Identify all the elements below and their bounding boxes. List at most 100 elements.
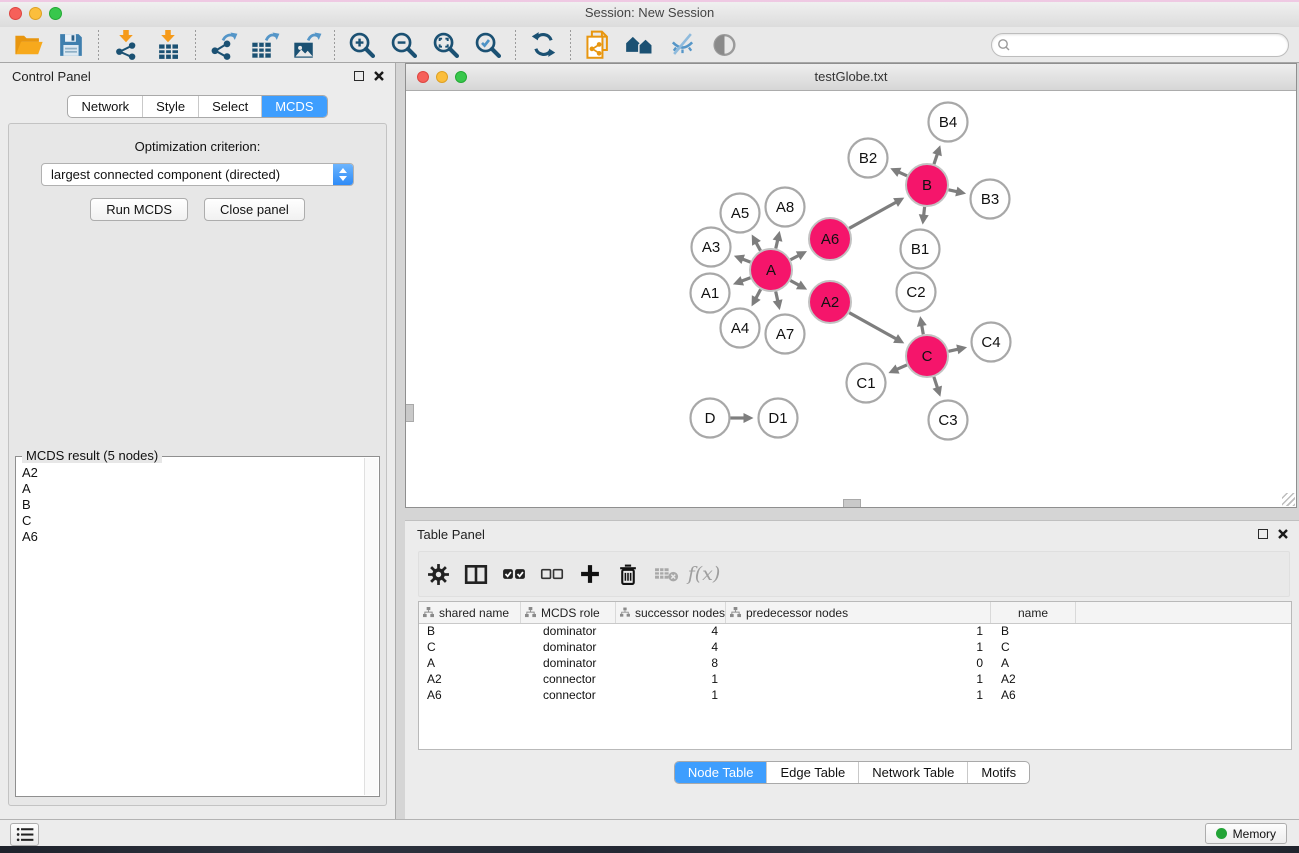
close-panel-button[interactable]: Close panel [204, 198, 305, 221]
column-label: successor nodes [635, 606, 725, 620]
result-item[interactable]: A2 [22, 465, 365, 481]
hide-selected-button[interactable] [661, 29, 703, 61]
cell-predecessor-nodes[interactable]: 0 [726, 656, 991, 672]
open-session-button[interactable] [8, 29, 50, 61]
network-graph[interactable]: B4B2BB3A5A8A6B1A3AC2A1A2A4A7C4CC1C3DD1 [406, 90, 1296, 507]
zoom-out-button[interactable] [383, 29, 425, 61]
cell-predecessor-nodes[interactable]: 1 [726, 672, 991, 688]
cell-MCDS-role[interactable]: dominator [521, 640, 616, 656]
cell-predecessor-nodes[interactable]: 1 [726, 640, 991, 656]
function-builder-button[interactable]: f(x) [685, 556, 723, 592]
cell-shared-name[interactable]: A [419, 656, 521, 672]
cell-successor-nodes[interactable]: 1 [616, 688, 726, 704]
tab-node-table[interactable]: Node Table [675, 762, 767, 783]
control-panel: Control Panel NetworkStyleSelectMCDS Opt… [0, 63, 396, 820]
cell-name[interactable]: A2 [991, 672, 1076, 688]
cell-name[interactable]: B [991, 624, 1076, 640]
table-row[interactable]: Bdominator41B [419, 624, 1291, 640]
split-pane-handle[interactable] [843, 499, 861, 507]
column-header-predecessor-nodes[interactable]: predecessor nodes [726, 602, 991, 623]
zoom-fit-button[interactable] [425, 29, 467, 61]
eye-slash-icon [669, 32, 696, 58]
table-row[interactable]: A6connector11A6 [419, 688, 1291, 704]
import-network-button[interactable] [105, 29, 147, 61]
node-table[interactable]: shared nameMCDS role successor nodesprede… [418, 601, 1292, 750]
export-image-button[interactable] [286, 29, 328, 61]
show-log-button[interactable] [10, 823, 39, 846]
cell-name[interactable]: A6 [991, 688, 1076, 704]
export-table-button[interactable] [244, 29, 286, 61]
zoom-selected-button[interactable] [467, 29, 509, 61]
clone-network-button[interactable] [577, 29, 619, 61]
tab-edge-table[interactable]: Edge Table [766, 762, 858, 783]
delete-column-button[interactable] [609, 556, 647, 592]
cell-MCDS-role[interactable]: dominator [521, 624, 616, 640]
cell-successor-nodes[interactable]: 4 [616, 624, 726, 640]
optimization-criterion-select[interactable]: largest connected component (directed) [41, 163, 354, 186]
table-row[interactable]: A2connector11A2 [419, 672, 1291, 688]
cell-name[interactable]: C [991, 640, 1076, 656]
cell-MCDS-role[interactable]: connector [521, 672, 616, 688]
cell-shared-name[interactable]: A2 [419, 672, 521, 688]
network-canvas[interactable]: B4B2BB3A5A8A6B1A3AC2A1A2A4A7C4CC1C3DD1 [406, 90, 1296, 507]
result-item[interactable]: C [22, 513, 365, 529]
table-row[interactable]: Adominator80A [419, 656, 1291, 672]
tab-network-table[interactable]: Network Table [858, 762, 967, 783]
result-item[interactable]: A6 [22, 529, 365, 545]
birdseye-toggle-handle[interactable] [406, 404, 414, 422]
cell-successor-nodes[interactable]: 4 [616, 640, 726, 656]
cell-predecessor-nodes[interactable]: 1 [726, 624, 991, 640]
export-network-button[interactable] [202, 29, 244, 61]
close-panel-icon[interactable] [373, 70, 385, 82]
save-session-button[interactable] [50, 29, 92, 61]
table-row[interactable]: Cdominator41C [419, 640, 1291, 656]
cell-shared-name[interactable]: C [419, 640, 521, 656]
select-all-button[interactable] [495, 556, 533, 592]
show-all-button[interactable] [703, 29, 745, 61]
column-header-successor-nodes[interactable]: successor nodes [616, 602, 726, 623]
add-column-button[interactable] [571, 556, 609, 592]
search-input[interactable] [1014, 37, 1288, 53]
result-item[interactable]: A [22, 481, 365, 497]
float-panel-icon[interactable] [354, 71, 364, 81]
edge-A2-C[interactable] [849, 313, 897, 340]
open-folder-icon [14, 32, 44, 58]
cell-name[interactable]: A [991, 656, 1076, 672]
mcds-result-list[interactable]: A2ABCA6 [16, 459, 365, 796]
column-label: name [1018, 606, 1048, 620]
apply-layout-button[interactable] [522, 29, 564, 61]
tab-motifs[interactable]: Motifs [967, 762, 1029, 783]
memory-button[interactable]: Memory [1205, 823, 1287, 844]
cell-shared-name[interactable]: B [419, 624, 521, 640]
cell-shared-name[interactable]: A6 [419, 688, 521, 704]
resize-grip-icon[interactable] [1282, 493, 1295, 506]
tab-select[interactable]: Select [198, 96, 261, 117]
tab-style[interactable]: Style [142, 96, 198, 117]
cell-MCDS-role[interactable]: connector [521, 688, 616, 704]
delete-table-button[interactable] [647, 556, 685, 592]
result-item[interactable]: B [22, 497, 365, 513]
run-mcds-button[interactable]: Run MCDS [90, 198, 188, 221]
deselect-all-button[interactable] [533, 556, 571, 592]
column-header-MCDS-role[interactable]: MCDS role [521, 602, 616, 623]
edge-A6-B[interactable] [849, 202, 897, 229]
cell-successor-nodes[interactable]: 1 [616, 672, 726, 688]
table-settings-button[interactable] [419, 556, 457, 592]
close-table-panel-icon[interactable] [1277, 528, 1289, 540]
result-scrollbar[interactable] [364, 458, 378, 795]
control-panel-title: Control Panel [12, 69, 91, 84]
show-columns-button[interactable] [457, 556, 495, 592]
import-table-button[interactable] [147, 29, 189, 61]
column-header-name[interactable]: name [991, 602, 1076, 623]
cell-predecessor-nodes[interactable]: 1 [726, 688, 991, 704]
tab-network[interactable]: Network [68, 96, 142, 117]
zoom-in-button[interactable] [341, 29, 383, 61]
column-header-shared-name[interactable]: shared name [419, 602, 521, 623]
float-table-panel-icon[interactable] [1258, 529, 1268, 539]
toolbar-separator [334, 30, 335, 60]
first-neighbors-button[interactable] [619, 29, 661, 61]
cell-successor-nodes[interactable]: 8 [616, 656, 726, 672]
tab-mcds[interactable]: MCDS [261, 96, 326, 117]
cell-MCDS-role[interactable]: dominator [521, 656, 616, 672]
search-field[interactable] [991, 33, 1289, 57]
